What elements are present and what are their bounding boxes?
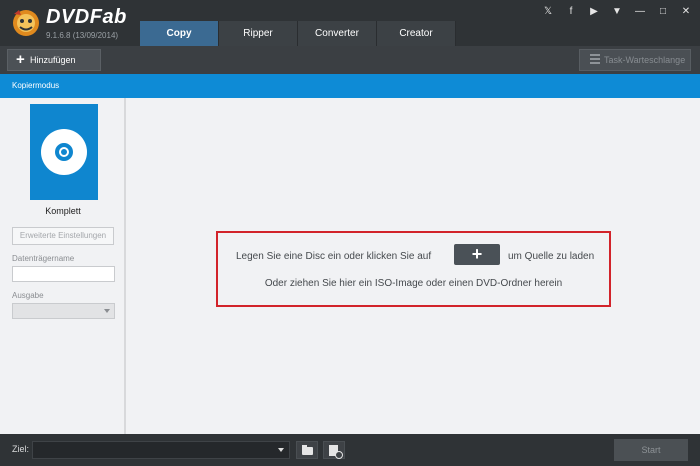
toolbar: + Hinzufügen Task-Warteschlange [0, 46, 700, 74]
left-panel: Komplett Erweiterte Einstellungen Datent… [0, 98, 126, 434]
plus-icon: + [16, 51, 25, 68]
copy-mode-card[interactable] [30, 104, 98, 200]
tab-converter[interactable]: Converter [298, 21, 377, 46]
mode-header-bar: Kopiermodus [0, 74, 700, 98]
task-queue-label: Task-Warteschlange [604, 55, 686, 65]
iso-file-icon [329, 445, 343, 459]
maximize-icon[interactable]: □ [657, 6, 669, 17]
dvdfab-logo-icon [13, 10, 39, 36]
drop-instruction-line2: Oder ziehen Sie hier ein ISO-Image oder … [264, 278, 563, 289]
drop-zone[interactable]: Legen Sie eine Disc ein oder klicken Sie… [216, 231, 611, 307]
tab-creator[interactable]: Creator [377, 21, 456, 46]
title-bar: DVDFab 9.1.6.8 (13/09/2014) Copy Ripper … [0, 0, 700, 46]
output-label: Ausgabe [12, 291, 44, 300]
browse-folder-button[interactable] [296, 441, 318, 459]
volume-name-label: Datenträgername [12, 254, 75, 263]
dropdown-icon[interactable]: ▼ [611, 6, 623, 17]
list-icon [590, 54, 600, 65]
copy-mode-name: Komplett [45, 206, 81, 216]
facebook-icon[interactable]: f [565, 6, 577, 17]
tab-ripper[interactable]: Ripper [219, 21, 298, 46]
load-source-button[interactable]: + [454, 244, 500, 265]
task-queue-button[interactable]: Task-Warteschlange [579, 49, 691, 71]
minimize-icon[interactable]: — [634, 6, 646, 17]
close-icon[interactable]: ✕ [680, 6, 692, 17]
save-iso-button[interactable] [323, 441, 345, 459]
volume-name-input[interactable] [12, 266, 115, 282]
target-label: Ziel: [12, 444, 30, 454]
target-path-select[interactable] [32, 441, 290, 459]
add-button-label: Hinzufügen [30, 55, 76, 65]
main-area: Legen Sie eine Disc ein oder klicken Sie… [126, 98, 700, 434]
twitter-icon[interactable]: 𝕏 [542, 6, 554, 17]
start-button[interactable]: Start [614, 439, 688, 461]
app-version: 9.1.6.8 (13/09/2014) [46, 31, 119, 40]
tab-copy[interactable]: Copy [140, 21, 219, 46]
mode-header-label: Kopiermodus [12, 81, 60, 90]
disc-icon [41, 129, 87, 175]
bottom-bar: Ziel: Start [0, 434, 700, 466]
advanced-settings-button[interactable]: Erweiterte Einstellungen [12, 227, 114, 245]
folder-icon [302, 445, 313, 455]
drop-text-before: Legen Sie eine Disc ein oder klicken Sie… [236, 251, 432, 262]
add-button[interactable]: + Hinzufügen [7, 49, 101, 71]
main-tabs: Copy Ripper Converter Creator [140, 21, 456, 46]
app-brand: DVDFab [46, 6, 127, 28]
chevron-down-icon [104, 309, 110, 313]
window-controls: 𝕏 f ▶ ▼ — □ ✕ [542, 6, 692, 17]
drop-text-after: um Quelle zu laden [508, 251, 595, 262]
youtube-icon[interactable]: ▶ [588, 6, 600, 17]
chevron-down-icon [278, 448, 284, 452]
output-select[interactable] [12, 303, 115, 319]
